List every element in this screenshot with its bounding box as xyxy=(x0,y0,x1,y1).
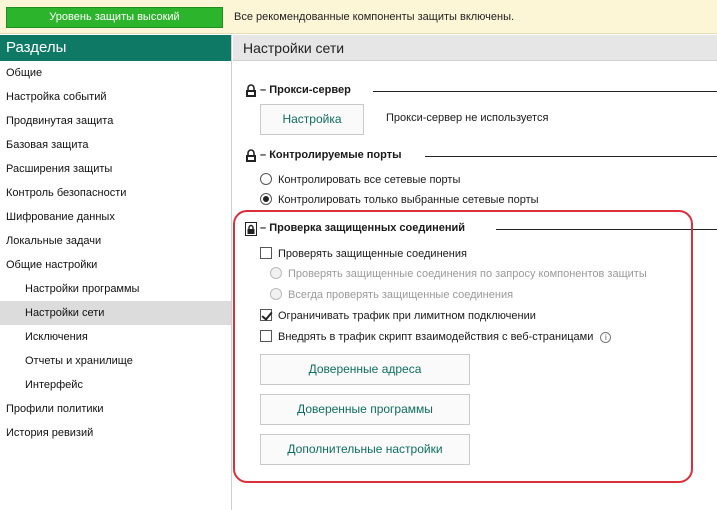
proxy-title-text: Прокси-сервер xyxy=(269,84,351,96)
sidebar-item-local-tasks[interactable]: Локальные задачи xyxy=(0,229,231,253)
proxy-status-text: Прокси-сервер не используется xyxy=(386,112,549,124)
info-icon[interactable]: i xyxy=(600,332,612,343)
sidebar-list: Общие Настройка событий Продвинутая защи… xyxy=(0,61,231,445)
status-message: Все рекомендованные компоненты защиты вк… xyxy=(234,11,515,23)
proxy-section-header: – Прокси-сервер xyxy=(245,84,717,100)
ports-selected-label: Контролировать только выбранные сетевые … xyxy=(278,194,539,206)
page-title: Настройки сети xyxy=(233,35,717,61)
sidebar-item-general[interactable]: Общие xyxy=(0,61,231,85)
sidebar-item-security-control[interactable]: Контроль безопасности xyxy=(0,181,231,205)
ports-all-radio[interactable] xyxy=(260,173,272,185)
inject-script-label: Внедрять в трафик скрипт взаимодействия … xyxy=(278,331,594,343)
on-request-radio[interactable] xyxy=(270,267,282,279)
advanced-settings-label: Дополнительные настройки xyxy=(287,442,443,456)
lock-icon[interactable] xyxy=(245,149,257,163)
sidebar-item-policy-profiles[interactable]: Профили политики xyxy=(0,397,231,421)
advanced-settings-button[interactable]: Дополнительные настройки xyxy=(260,434,470,465)
sidebar-item-advanced-protection[interactable]: Продвинутая защита xyxy=(0,109,231,133)
ports-title-text: Контролируемые порты xyxy=(269,149,402,161)
proxy-settings-button[interactable]: Настройка xyxy=(260,104,364,135)
sidebar-header: Разделы xyxy=(0,35,231,61)
proxy-settings-label: Настройка xyxy=(282,112,342,126)
check-secure-label: Проверять защищенные соединения xyxy=(278,248,467,260)
ports-selected-radio[interactable] xyxy=(260,193,272,205)
status-bar: Уровень защиты высокий Все рекомендованн… xyxy=(0,0,717,34)
on-request-label: Проверять защищенные соединения по запро… xyxy=(288,268,647,280)
section-divider xyxy=(496,229,717,230)
check-secure-checkbox[interactable] xyxy=(260,247,272,259)
ports-section-header: – Контролируемые порты xyxy=(245,149,717,165)
inject-script-checkbox[interactable] xyxy=(260,330,272,342)
secure-title-text: Проверка защищенных соединений xyxy=(269,222,466,234)
sidebar-item-reports-storage[interactable]: Отчеты и хранилище xyxy=(0,349,231,373)
sidebar-item-exclusions[interactable]: Исключения xyxy=(0,325,231,349)
ports-all-label: Контролировать все сетевые порты xyxy=(278,174,461,186)
secure-section-title: – Проверка защищенных соединений xyxy=(260,222,469,234)
sidebar-item-interface[interactable]: Интерфейс xyxy=(0,373,231,397)
lock-icon[interactable] xyxy=(245,84,257,98)
trusted-programs-button[interactable]: Доверенные программы xyxy=(260,394,470,425)
trusted-addresses-label: Доверенные адреса xyxy=(308,362,422,376)
sidebar-item-protection-extensions[interactable]: Расширения защиты xyxy=(0,157,231,181)
trusted-programs-label: Доверенные программы xyxy=(297,402,433,416)
protection-level-badge[interactable]: Уровень защиты высокий xyxy=(6,7,223,28)
sidebar-item-event-settings[interactable]: Настройка событий xyxy=(0,85,231,109)
always-label: Всегда проверять защищенные соединения xyxy=(288,289,514,301)
sidebar-item-general-settings[interactable]: Общие настройки xyxy=(0,253,231,277)
limit-traffic-checkbox[interactable] xyxy=(260,309,272,321)
sidebar-item-data-encryption[interactable]: Шифрование данных xyxy=(0,205,231,229)
lock-icon[interactable] xyxy=(245,222,257,236)
main-panel: Настройки сети – Прокси-сервер Настройка… xyxy=(233,35,717,510)
section-divider xyxy=(373,91,717,92)
ports-section-title: – Контролируемые порты xyxy=(260,149,405,161)
sections-sidebar: Разделы Общие Настройка событий Продвину… xyxy=(0,35,232,510)
secure-section-header: – Проверка защищенных соединений xyxy=(245,222,717,238)
sidebar-item-revision-history[interactable]: История ревизий xyxy=(0,421,231,445)
trusted-addresses-button[interactable]: Доверенные адреса xyxy=(260,354,470,385)
proxy-section-title: – Прокси-сервер xyxy=(260,84,354,96)
always-radio[interactable] xyxy=(270,288,282,300)
sidebar-item-program-settings[interactable]: Настройки программы xyxy=(0,277,231,301)
sidebar-item-basic-protection[interactable]: Базовая защита xyxy=(0,133,231,157)
inject-script-label-wrap: Внедрять в трафик скрипт взаимодействия … xyxy=(278,330,612,344)
sidebar-item-network-settings[interactable]: Настройки сети xyxy=(0,301,231,325)
section-divider xyxy=(425,156,717,157)
limit-traffic-label: Ограничивать трафик при лимитном подключ… xyxy=(278,310,536,322)
